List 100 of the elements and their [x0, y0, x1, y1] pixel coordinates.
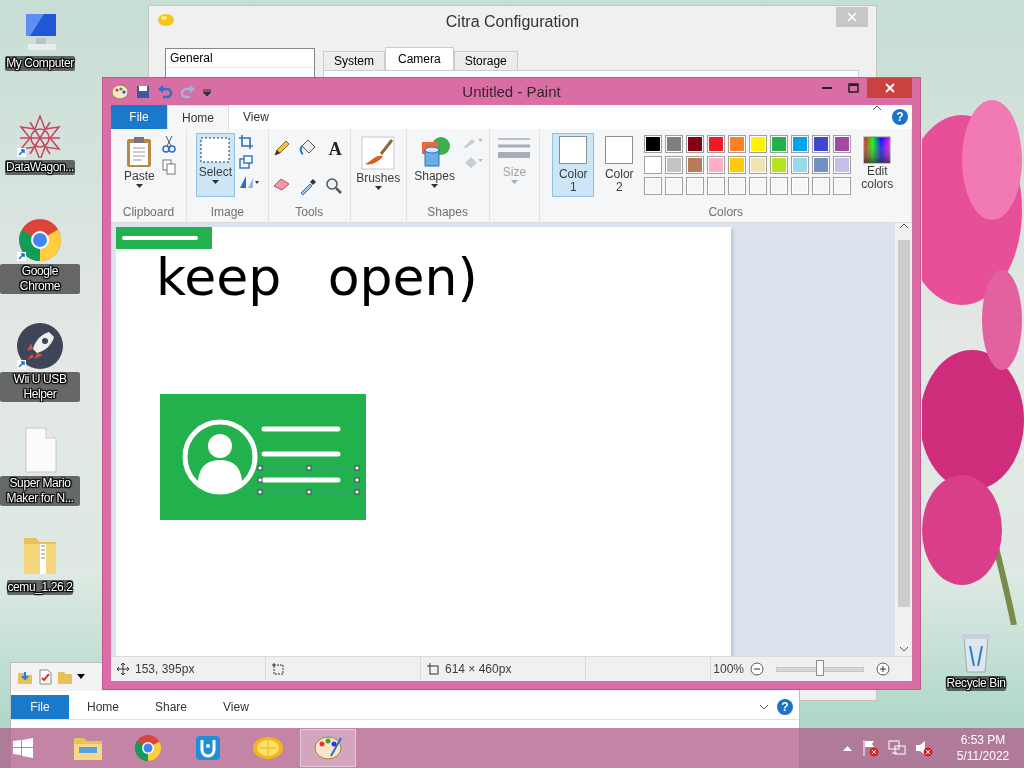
taskbar-app-button[interactable] — [300, 729, 356, 767]
palette-swatch[interactable] — [707, 156, 726, 174]
palette-swatch[interactable] — [770, 135, 789, 153]
windows-logo-icon — [13, 738, 33, 758]
empty-palette-slot[interactable] — [791, 177, 810, 195]
zoom-in-icon[interactable] — [876, 662, 890, 676]
caret-icon — [511, 180, 518, 184]
desktop-shortcut[interactable]: Google Chrome — [0, 218, 80, 322]
resize-icon[interactable] — [239, 155, 254, 169]
select-button[interactable]: Select — [195, 133, 236, 197]
lemon-icon[interactable] — [251, 735, 285, 761]
chrome-icon[interactable] — [134, 734, 162, 762]
color-picker-icon[interactable] — [299, 176, 318, 195]
empty-palette-slot[interactable] — [749, 177, 768, 195]
fill-bucket-icon[interactable] — [299, 139, 318, 157]
paintbrush-icon — [361, 136, 396, 170]
palette-swatch[interactable] — [644, 156, 663, 174]
category-item[interactable]: General — [166, 49, 314, 68]
scissors-icon[interactable] — [161, 135, 176, 153]
edit-colors-button[interactable]: Edit colors — [855, 133, 900, 197]
desktop-shortcut[interactable]: Recycle Bin — [936, 628, 1016, 691]
palette-swatch[interactable] — [644, 135, 663, 153]
palette-swatch[interactable] — [728, 135, 747, 153]
palette-swatch[interactable] — [791, 156, 810, 174]
speaker-muted-icon[interactable] — [915, 739, 933, 757]
save-icon[interactable] — [136, 84, 150, 99]
wii-u-icon[interactable] — [194, 734, 222, 762]
ribbon-tab[interactable]: View — [229, 105, 283, 129]
redo-icon[interactable] — [180, 84, 196, 99]
empty-palette-slot[interactable] — [833, 177, 852, 195]
empty-palette-slot[interactable] — [728, 177, 747, 195]
desktop-shortcut[interactable]: DataWagon... — [0, 114, 80, 218]
desktop-shortcut[interactable]: cemu_1.26.2 — [0, 530, 80, 634]
palette-swatch[interactable] — [812, 135, 831, 153]
close-button[interactable] — [867, 78, 912, 98]
palette-swatch[interactable] — [812, 156, 831, 174]
network-icon[interactable] — [888, 739, 906, 757]
desktop-shortcut[interactable]: Wii U USB Helper — [0, 322, 80, 426]
desktop-shortcut[interactable]: Super Mario Maker for N... — [0, 426, 80, 530]
tab[interactable]: System — [323, 51, 385, 70]
eraser-icon[interactable] — [273, 176, 292, 191]
palette-swatch[interactable] — [749, 156, 768, 174]
caret-icon — [135, 184, 143, 188]
show-hidden-icons-icon[interactable] — [843, 745, 852, 751]
ribbon-tab[interactable]: Home — [69, 695, 137, 719]
zoom-slider-thumb[interactable] — [816, 659, 824, 676]
color-1-button[interactable]: Color 1 — [552, 133, 595, 197]
palette-swatch[interactable] — [833, 135, 852, 153]
scroll-up-icon — [899, 223, 908, 228]
ribbon-tab[interactable]: Home — [167, 105, 229, 129]
paste-button[interactable]: Paste — [121, 133, 158, 197]
folder-icon[interactable] — [73, 735, 103, 761]
help-button[interactable]: ? — [892, 109, 908, 125]
palette-swatch[interactable] — [833, 156, 852, 174]
text-tool[interactable]: A — [325, 139, 346, 169]
collapse-ribbon-icon[interactable] — [872, 105, 882, 111]
pencil-icon[interactable] — [273, 139, 292, 157]
palette-swatch[interactable] — [770, 156, 789, 174]
magnifier-icon[interactable] — [325, 176, 344, 195]
palette-swatch[interactable] — [665, 135, 684, 153]
palette-swatch[interactable] — [707, 135, 726, 153]
empty-palette-slot[interactable] — [770, 177, 789, 195]
zoom-level: 100% — [713, 662, 744, 676]
paint-palette-icon[interactable] — [313, 734, 343, 762]
ribbon-tab[interactable]: View — [205, 695, 267, 719]
empty-palette-slot[interactable] — [665, 177, 684, 195]
palette-swatch[interactable] — [791, 135, 810, 153]
rotate-icon[interactable] — [239, 175, 260, 189]
chevron-down-icon — [759, 704, 769, 710]
crop-icon[interactable] — [239, 135, 254, 149]
image-size: 614 × 460px — [445, 662, 512, 676]
caret-icon[interactable] — [203, 87, 211, 96]
vertical-scrollbar[interactable] — [895, 223, 912, 656]
group-label: Tools — [294, 204, 325, 221]
zoom-out-icon[interactable] — [750, 662, 764, 676]
empty-palette-slot[interactable] — [707, 177, 726, 195]
zoom-slider[interactable] — [776, 661, 864, 677]
empty-palette-slot[interactable] — [812, 177, 831, 195]
brushes-button[interactable]: Brushes — [353, 133, 404, 197]
file-menu-tab[interactable]: File — [11, 695, 69, 719]
undo-icon[interactable] — [157, 84, 173, 99]
flag-error-icon[interactable] — [861, 739, 879, 757]
color-2-button[interactable]: Color 2 — [598, 133, 641, 197]
tab[interactable]: Storage — [453, 51, 518, 70]
empty-palette-slot[interactable] — [686, 177, 705, 195]
tab[interactable]: Camera — [385, 47, 454, 70]
palette-swatch[interactable] — [686, 156, 705, 174]
scrollbar-thumb[interactable] — [897, 240, 910, 607]
palette-swatch[interactable] — [665, 156, 684, 174]
copy-icon[interactable] — [161, 159, 176, 175]
ribbon-tab[interactable]: Share — [137, 695, 206, 719]
palette-swatch[interactable] — [749, 135, 768, 153]
desktop-shortcut[interactable]: My Computer — [0, 10, 80, 114]
file-menu-tab[interactable]: File — [111, 105, 167, 129]
empty-palette-slot[interactable] — [644, 177, 663, 195]
help-button[interactable]: ? — [777, 699, 793, 715]
palette-swatch[interactable] — [686, 135, 705, 153]
palette-swatch[interactable] — [728, 156, 747, 174]
shapes-button[interactable]: Shapes — [411, 133, 458, 197]
close-button[interactable] — [836, 7, 868, 27]
